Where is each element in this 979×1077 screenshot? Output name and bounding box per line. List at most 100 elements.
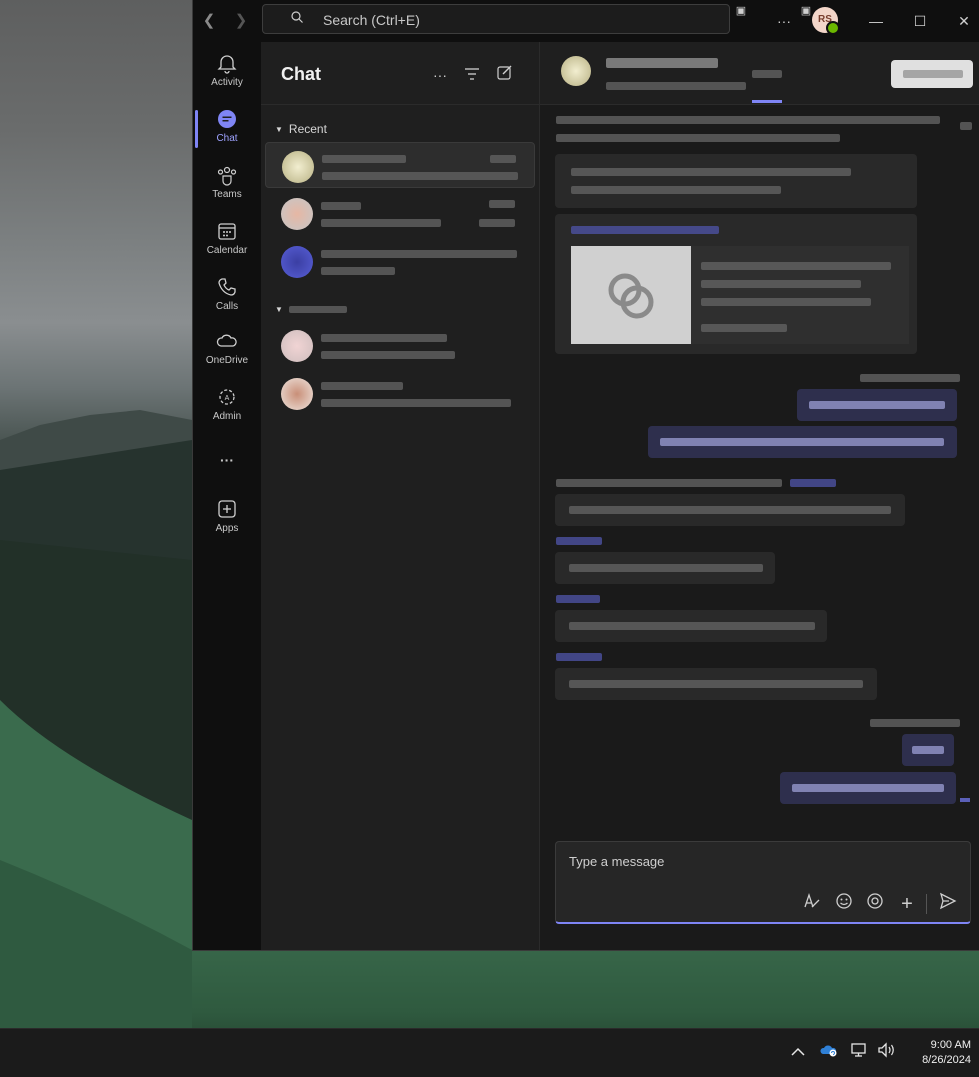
list-item[interactable] xyxy=(265,190,535,236)
list-item[interactable] xyxy=(265,238,535,284)
back-arrow-icon[interactable]: ❮ xyxy=(199,11,219,31)
link-preview-image xyxy=(571,246,691,344)
teams-window: ❮ ❯ Search (Ctrl+E) ▣ ··· ▣ RS — ☐ ✕ Act… xyxy=(192,0,979,951)
emoji-icon[interactable] xyxy=(832,892,856,916)
link-preview-card[interactable] xyxy=(571,246,909,344)
taskbar: 9:00 AM 8/26/2024 xyxy=(0,1028,979,1077)
clock-date: 8/26/2024 xyxy=(922,1054,971,1066)
chat-list-pane: Chat ··· ▼ Recent ▼ xyxy=(261,42,540,950)
blurred-text xyxy=(569,506,891,514)
blurred-text xyxy=(321,334,447,342)
message-bubble-sent xyxy=(902,734,954,766)
active-tab-indicator xyxy=(752,100,782,103)
rail-more[interactable]: ··· xyxy=(193,446,261,476)
section-recent[interactable]: ▼ Recent xyxy=(275,122,327,136)
blurred-text xyxy=(701,324,787,332)
presence-available-icon xyxy=(826,21,840,35)
more-icon: ··· xyxy=(220,452,234,468)
format-icon[interactable] xyxy=(800,892,824,916)
list-item[interactable] xyxy=(265,370,535,416)
conversation-pane: Type a message + xyxy=(540,42,979,950)
profile-avatar[interactable]: RS xyxy=(812,7,840,35)
rail-admin[interactable]: A Admin xyxy=(193,380,261,434)
blurred-text xyxy=(569,680,863,688)
rail-label: Calls xyxy=(215,301,239,312)
header-action-button[interactable] xyxy=(891,60,973,88)
rail-calendar[interactable]: Calendar xyxy=(193,214,261,268)
read-receipt-icon xyxy=(960,798,970,802)
close-button[interactable]: ✕ xyxy=(951,8,977,34)
message-bubble xyxy=(555,154,917,208)
rail-label: Activity xyxy=(211,77,243,88)
calendar-icon xyxy=(218,223,236,240)
svg-text:A: A xyxy=(225,395,230,402)
search-input[interactable]: Search (Ctrl+E) xyxy=(262,4,730,34)
avatar xyxy=(281,246,313,278)
filter-icon[interactable] xyxy=(461,64,483,86)
onedrive-sync-icon[interactable] xyxy=(819,1042,839,1062)
blurred-text xyxy=(556,595,600,603)
add-icon[interactable]: + xyxy=(895,892,919,916)
title-bar: ❮ ❯ Search (Ctrl+E) ▣ ··· ▣ RS — ☐ ✕ xyxy=(193,0,979,42)
admin-icon: A xyxy=(219,389,235,405)
more-options-icon[interactable]: ··· xyxy=(429,64,451,86)
blurred-text xyxy=(321,250,517,258)
message-bubble xyxy=(555,214,917,354)
blurred-text xyxy=(569,622,815,630)
clock-time: 9:00 AM xyxy=(930,1039,971,1051)
blurred-text xyxy=(571,168,851,176)
blurred-text xyxy=(606,58,718,68)
avatar xyxy=(281,198,313,230)
blurred-text xyxy=(556,537,602,545)
tab-chat[interactable] xyxy=(752,70,782,78)
blurred-text xyxy=(321,202,361,210)
minimize-button[interactable]: — xyxy=(863,8,889,34)
rail-activity[interactable]: Activity xyxy=(193,46,261,100)
new-chat-icon[interactable] xyxy=(493,64,515,86)
rail-chat[interactable]: Chat xyxy=(193,102,261,156)
phone-icon xyxy=(218,278,236,296)
list-item[interactable] xyxy=(265,142,535,188)
message-compose-box[interactable]: Type a message + xyxy=(555,841,971,924)
dismiss-icon[interactable] xyxy=(960,122,972,130)
list-item[interactable] xyxy=(265,322,535,368)
rail-calls[interactable]: Calls xyxy=(193,270,261,324)
volume-icon[interactable] xyxy=(877,1042,897,1062)
blurred-link[interactable] xyxy=(571,226,719,234)
window-tab-icon[interactable]: ▣ xyxy=(728,0,754,24)
blurred-text xyxy=(321,267,395,275)
conversation-header xyxy=(540,42,979,105)
avatar xyxy=(282,151,314,183)
blurred-text xyxy=(903,70,963,78)
apps-icon xyxy=(218,500,236,518)
page-title: Chat xyxy=(281,64,321,84)
rail-apps[interactable]: Apps xyxy=(193,492,261,546)
search-placeholder: Search (Ctrl+E) xyxy=(323,12,420,28)
network-icon[interactable] xyxy=(849,1042,869,1062)
divider xyxy=(926,894,927,914)
blurred-text xyxy=(701,280,861,288)
blurred-text xyxy=(321,382,403,390)
rail-teams[interactable]: Teams xyxy=(193,158,261,212)
rail-label: Apps xyxy=(215,523,239,534)
blurred-text xyxy=(288,306,347,313)
forward-arrow-icon[interactable]: ❯ xyxy=(231,11,251,31)
chevron-up-icon[interactable] xyxy=(788,1042,808,1062)
loop-icon[interactable] xyxy=(863,892,887,916)
blurred-text xyxy=(479,219,515,227)
maximize-button[interactable]: ☐ xyxy=(907,8,933,34)
rail-onedrive[interactable]: OneDrive xyxy=(193,324,261,378)
message-bubble xyxy=(555,668,877,700)
avatar xyxy=(281,330,313,362)
wallpaper-mountains xyxy=(0,410,192,1028)
blurred-link[interactable] xyxy=(790,479,836,487)
section-label: Recent xyxy=(288,122,327,136)
send-icon[interactable] xyxy=(936,892,960,916)
system-clock[interactable]: 9:00 AM 8/26/2024 xyxy=(922,1038,971,1068)
blurred-text xyxy=(556,116,940,124)
section-collapsed[interactable]: ▼ xyxy=(275,302,347,316)
rail-label: Calendar xyxy=(206,245,248,256)
compose-placeholder: Type a message xyxy=(569,854,665,869)
message-bubble xyxy=(555,610,827,642)
blurred-text xyxy=(809,401,945,409)
